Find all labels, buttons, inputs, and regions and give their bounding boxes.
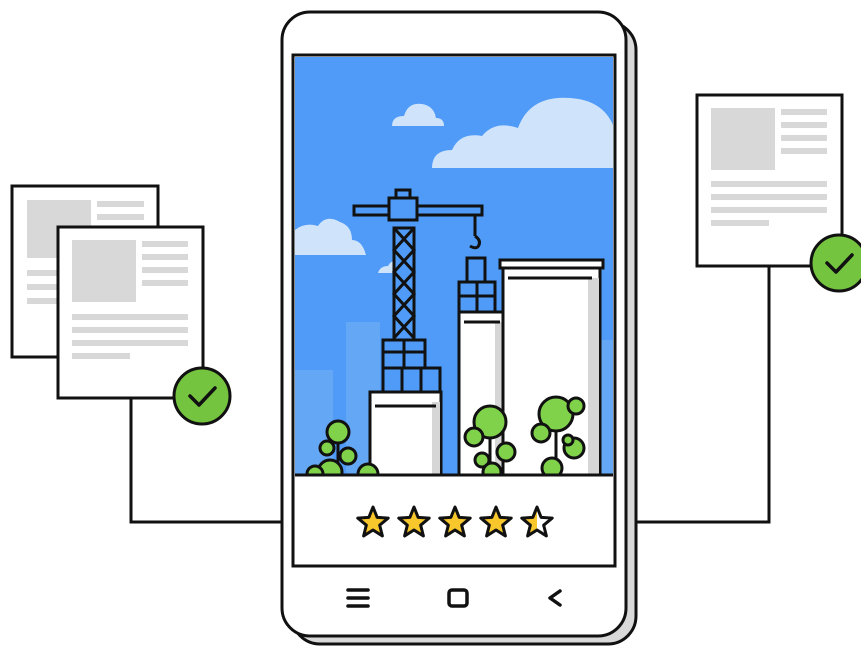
city-scene: [295, 57, 613, 474]
right-check-icon: [809, 233, 861, 293]
left-document-front: [56, 225, 205, 400]
left-check-icon: [172, 366, 232, 426]
building-short: [368, 390, 443, 474]
review-illustration: [10, 10, 861, 646]
building-tall: [498, 258, 605, 474]
phone: [280, 10, 638, 646]
